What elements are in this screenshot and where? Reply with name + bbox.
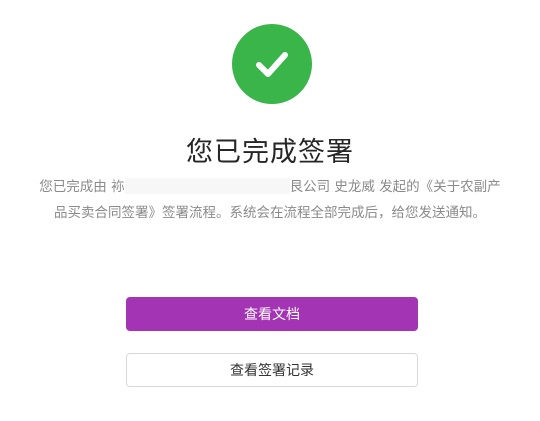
redacted-company-name — [124, 178, 290, 194]
message-part-1: 您已完成由 — [39, 179, 107, 195]
page-title: 您已完成签署 — [186, 137, 354, 168]
view-signing-record-button[interactable]: 查看签署记录 — [126, 353, 418, 387]
view-document-button[interactable]: 查看文档 — [126, 297, 418, 331]
completion-message: 您已完成由 袮艮公司 史龙威 发起的《关于农副产品买卖合同签署》签署流程。系统会… — [34, 174, 506, 226]
message-part-1-tail: 袮 — [111, 179, 125, 195]
success-check-icon — [232, 24, 312, 104]
checkmark-icon — [256, 52, 288, 77]
